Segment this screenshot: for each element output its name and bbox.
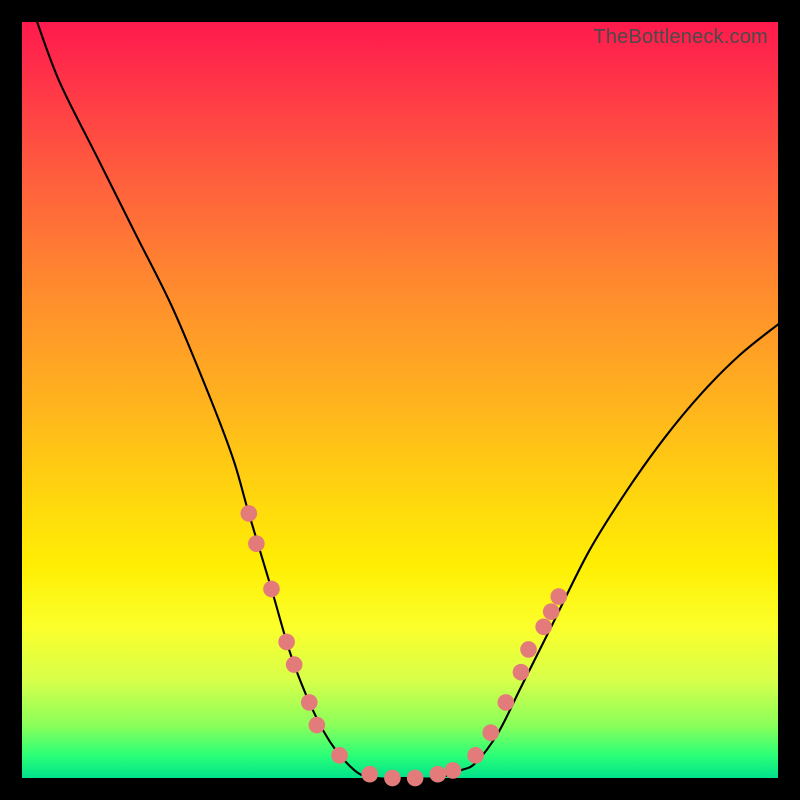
marker-point xyxy=(498,694,515,711)
marker-point xyxy=(361,766,378,783)
marker-point xyxy=(240,505,257,522)
marker-point xyxy=(286,656,303,673)
marker-point xyxy=(331,747,348,764)
marker-point xyxy=(543,603,560,620)
marker-point xyxy=(263,581,280,598)
marker-point xyxy=(520,641,537,658)
marker-point xyxy=(309,717,326,734)
marker-point xyxy=(407,770,424,787)
chart-plot-area: TheBottleneck.com xyxy=(22,22,778,778)
chart-svg xyxy=(22,22,778,778)
bottleneck-curve xyxy=(37,22,778,779)
marker-point xyxy=(278,634,295,651)
chart-frame: TheBottleneck.com xyxy=(0,0,800,800)
marker-point xyxy=(384,770,401,787)
marker-point xyxy=(550,588,567,605)
marker-point xyxy=(248,535,265,552)
marker-point xyxy=(535,618,552,635)
highlight-markers xyxy=(240,505,567,786)
marker-point xyxy=(513,664,530,681)
marker-point xyxy=(429,766,446,783)
marker-point xyxy=(445,762,462,779)
marker-point xyxy=(482,724,499,741)
marker-point xyxy=(301,694,318,711)
marker-point xyxy=(467,747,484,764)
